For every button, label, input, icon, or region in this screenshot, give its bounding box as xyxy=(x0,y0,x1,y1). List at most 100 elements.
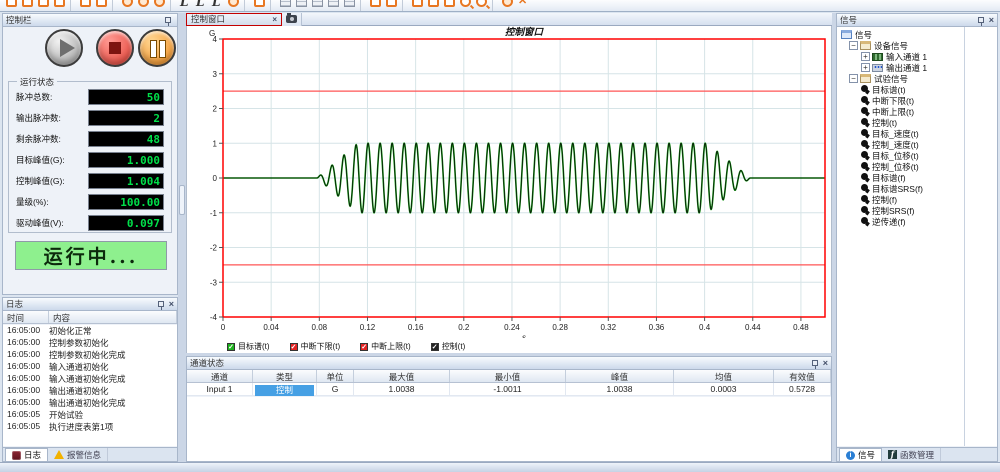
clock-icon[interactable] xyxy=(152,0,168,12)
cursor-add-icon[interactable] xyxy=(368,0,384,12)
pin-icon[interactable] xyxy=(165,17,171,23)
signal-wave-icon[interactable] xyxy=(252,0,268,12)
print-preview-icon[interactable] xyxy=(94,0,110,12)
pin-icon[interactable] xyxy=(812,360,818,366)
new-file-icon[interactable] xyxy=(4,0,20,12)
cursor-remove-icon[interactable] xyxy=(384,0,400,12)
vertical-splitter-left[interactable] xyxy=(178,13,186,462)
tab-secondary[interactable]: f函数管理 xyxy=(882,448,941,461)
tree-item[interactable]: 控制_速度(t) xyxy=(837,139,997,150)
fit-page-icon[interactable] xyxy=(442,0,458,12)
log-row[interactable]: 16:05:05执行进度表第1项 xyxy=(3,421,177,433)
legend-item[interactable]: ✓控制(t) xyxy=(431,341,466,352)
channel-cell: 1.0038 xyxy=(354,383,450,395)
log-axis-y-icon[interactable]: L xyxy=(194,0,210,12)
tree-item[interactable]: 中断下限(t) xyxy=(837,95,997,106)
vertical-splitter-right[interactable] xyxy=(832,13,836,462)
fit-horizontal-icon[interactable] xyxy=(410,0,426,12)
channel-col-header[interactable]: 通道 xyxy=(187,370,253,382)
channel-col-header[interactable]: 有效值 xyxy=(774,370,831,382)
chart-view-b-icon[interactable] xyxy=(342,0,358,12)
tab-control-window[interactable]: 控制窗口 × xyxy=(186,13,282,26)
tree-item[interactable]: 控制(t) xyxy=(837,117,997,128)
channel-col-header[interactable]: 单位 xyxy=(317,370,354,382)
channel-col-header[interactable]: 最大值 xyxy=(354,370,450,382)
tree-item[interactable]: 中断上限(t) xyxy=(837,106,997,117)
log-row[interactable]: 16:05:00输出通道初始化 xyxy=(3,385,177,397)
schedule-pie-icon[interactable] xyxy=(136,0,152,12)
stop-button[interactable] xyxy=(96,29,134,67)
pin-icon[interactable] xyxy=(978,17,984,23)
tree-item[interactable]: +输出通道 1 xyxy=(837,62,997,73)
tree-item[interactable]: −设备信号 xyxy=(837,40,997,51)
save-file-icon[interactable] xyxy=(36,0,52,12)
fit-vertical-glyph xyxy=(428,0,439,7)
log-axis-xy-icon[interactable]: L xyxy=(210,0,226,12)
tree-item[interactable]: −试验信号 xyxy=(837,73,997,84)
close-icon[interactable]: × xyxy=(989,15,994,25)
collapse-icon[interactable]: − xyxy=(849,41,858,50)
chart-view-a-icon[interactable] xyxy=(326,0,342,12)
channel-col-header[interactable]: 峰值 xyxy=(566,370,674,382)
open-file-icon[interactable] xyxy=(20,0,36,12)
zoom-out-icon[interactable] xyxy=(474,0,490,12)
log-row[interactable]: 16:05:00初始化正常 xyxy=(3,325,177,337)
pin-icon[interactable] xyxy=(158,301,164,307)
layout-split-2-icon[interactable] xyxy=(294,0,310,12)
legend-item[interactable]: ✓目标谱(t) xyxy=(227,341,270,352)
legend-checkbox[interactable]: ✓ xyxy=(360,343,368,351)
tree-item[interactable]: 目标_位移(t) xyxy=(837,150,997,161)
print-icon[interactable] xyxy=(78,0,94,12)
tree-item[interactable]: 逆传递(f) xyxy=(837,216,997,227)
legend-item[interactable]: ✓中断上限(t) xyxy=(360,341,411,352)
tree-item[interactable]: +输入通道 1 xyxy=(837,51,997,62)
favorite-icon[interactable] xyxy=(120,0,136,12)
undo-icon[interactable] xyxy=(500,0,516,12)
control-window-chart[interactable]: 控制窗口G43210-1-2-3-400.040.080.120.160.20.… xyxy=(186,26,832,340)
log-axis-x-icon[interactable]: L xyxy=(178,0,194,12)
channel-col-header[interactable]: 最小值 xyxy=(450,370,566,382)
log-row[interactable]: 16:05:05开始试验 xyxy=(3,409,177,421)
close-icon[interactable]: × xyxy=(823,358,828,368)
pause-button[interactable] xyxy=(138,29,176,67)
tab-close-icon[interactable]: × xyxy=(272,15,277,24)
legend-item[interactable]: ✓中断下限(t) xyxy=(290,341,341,352)
tree-item[interactable]: 目标谱(f) xyxy=(837,172,997,183)
screenshot-tab[interactable] xyxy=(282,13,302,26)
log-row[interactable]: 16:05:00输入通道初始化 xyxy=(3,361,177,373)
tree-item[interactable]: 控制SRS(f) xyxy=(837,205,997,216)
log-row[interactable]: 16:05:00输入通道初始化完成 xyxy=(3,373,177,385)
link-axes-icon[interactable] xyxy=(226,0,242,12)
tree-root-signals[interactable]: 信号 xyxy=(837,29,997,40)
log-message: 输出通道初始化完成 xyxy=(49,397,177,409)
tree-item[interactable]: 控制_位移(t) xyxy=(837,161,997,172)
tab-primary[interactable]: i信号 xyxy=(839,448,882,461)
save-all-icon[interactable] xyxy=(52,0,68,12)
tree-item[interactable]: 目标谱SRS(f) xyxy=(837,183,997,194)
expand-icon[interactable]: + xyxy=(861,52,870,61)
channel-col-header[interactable]: 均值 xyxy=(674,370,774,382)
play-button[interactable] xyxy=(45,29,83,67)
log-row[interactable]: 16:05:00输出通道初始化完成 xyxy=(3,397,177,409)
log-row[interactable]: 16:05:00控制参数初始化 xyxy=(3,337,177,349)
legend-checkbox[interactable]: ✓ xyxy=(227,343,235,351)
tab-primary[interactable]: 日志 xyxy=(5,448,48,461)
tab-secondary[interactable]: 报警信息 xyxy=(48,448,108,461)
fit-vertical-icon[interactable] xyxy=(426,0,442,12)
collapse-icon[interactable]: − xyxy=(849,74,858,83)
log-row[interactable]: 16:05:00控制参数初始化完成 xyxy=(3,349,177,361)
legend-checkbox[interactable]: ✓ xyxy=(431,343,439,351)
layout-split-4-icon[interactable] xyxy=(310,0,326,12)
close-icon[interactable]: ✕ xyxy=(516,0,532,12)
channel-col-header[interactable]: 类型 xyxy=(253,370,317,382)
layout-single-icon[interactable] xyxy=(278,0,294,12)
tree-item[interactable]: 目标_速度(t) xyxy=(837,128,997,139)
expand-icon[interactable]: + xyxy=(861,63,870,72)
channel-row[interactable]: Input 1控制G1.0038-1.00111.00380.00030.572… xyxy=(187,383,831,396)
close-icon[interactable]: × xyxy=(169,299,174,309)
tree-item[interactable]: 目标谱(t) xyxy=(837,84,997,95)
splitter-handle[interactable] xyxy=(179,185,185,215)
legend-checkbox[interactable]: ✓ xyxy=(290,343,298,351)
tree-item[interactable]: 控制(f) xyxy=(837,194,997,205)
zoom-in-icon[interactable] xyxy=(458,0,474,12)
